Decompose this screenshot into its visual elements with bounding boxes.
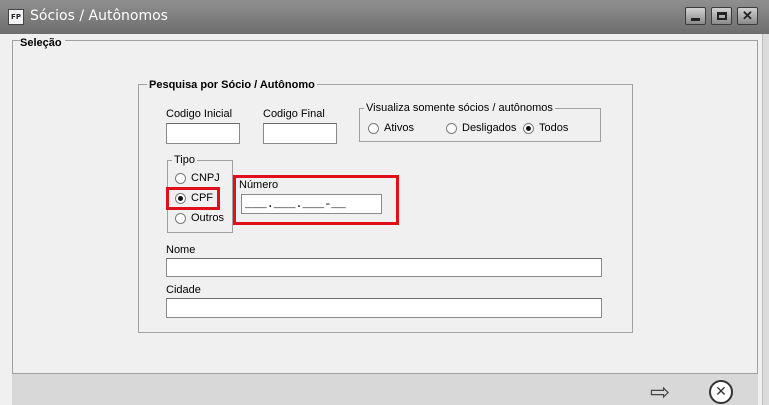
search-group-legend: Pesquisa por Sócio / Autônomo (147, 79, 317, 91)
cidade-input[interactable] (166, 298, 602, 318)
codigo-final-label: Codigo Final (263, 108, 325, 120)
minimize-icon (691, 18, 700, 21)
selection-panel-legend: Seleção (20, 37, 65, 49)
title-bar: FP Sócios / Autônomos ✕ (0, 0, 769, 34)
maximize-icon (717, 12, 727, 20)
tipo-legend: Tipo (172, 154, 197, 166)
nome-label: Nome (166, 244, 196, 256)
numero-highlight-box (233, 175, 399, 225)
radio-desligados-label: Desligados (462, 122, 517, 134)
radio-todos[interactable]: Todos (523, 122, 568, 134)
radio-cnpj-circle[interactable] (175, 172, 186, 184)
radio-outros[interactable]: Outros (175, 212, 224, 224)
radio-desligados[interactable]: Desligados (446, 122, 516, 134)
codigo-final-input[interactable] (263, 123, 337, 144)
app-icon: FP (8, 9, 24, 25)
cpf-highlight-box (166, 187, 220, 210)
window-title: Sócios / Autônomos (30, 8, 168, 24)
radio-cnpj[interactable]: CNPJ (175, 172, 220, 184)
close-circle-icon[interactable]: ✕ (709, 380, 733, 404)
radio-ativos-circle[interactable] (368, 122, 379, 134)
window-right-edge (762, 34, 769, 405)
footer-bar (12, 374, 758, 405)
cidade-label: Cidade (166, 284, 201, 296)
maximize-button[interactable] (711, 7, 732, 25)
codigo-inicial-label: Codigo Inicial (166, 108, 233, 120)
nome-input[interactable] (166, 258, 602, 277)
radio-outros-circle[interactable] (175, 212, 186, 224)
radio-desligados-circle[interactable] (446, 122, 457, 134)
visualiza-legend: Visualiza somente sócios / autônomos (364, 102, 555, 114)
radio-ativos[interactable]: Ativos (368, 122, 414, 134)
radio-todos-label: Todos (539, 122, 569, 134)
codigo-inicial-input[interactable] (166, 123, 240, 144)
minimize-button[interactable] (685, 7, 706, 25)
radio-todos-circle[interactable] (523, 122, 534, 134)
radio-cnpj-label: CNPJ (191, 172, 220, 184)
arrow-right-icon[interactable]: ⇨ (650, 380, 670, 404)
close-icon: ✕ (742, 8, 753, 23)
radio-outros-label: Outros (191, 212, 225, 224)
radio-ativos-label: Ativos (384, 122, 414, 134)
close-window-button[interactable]: ✕ (737, 7, 758, 25)
